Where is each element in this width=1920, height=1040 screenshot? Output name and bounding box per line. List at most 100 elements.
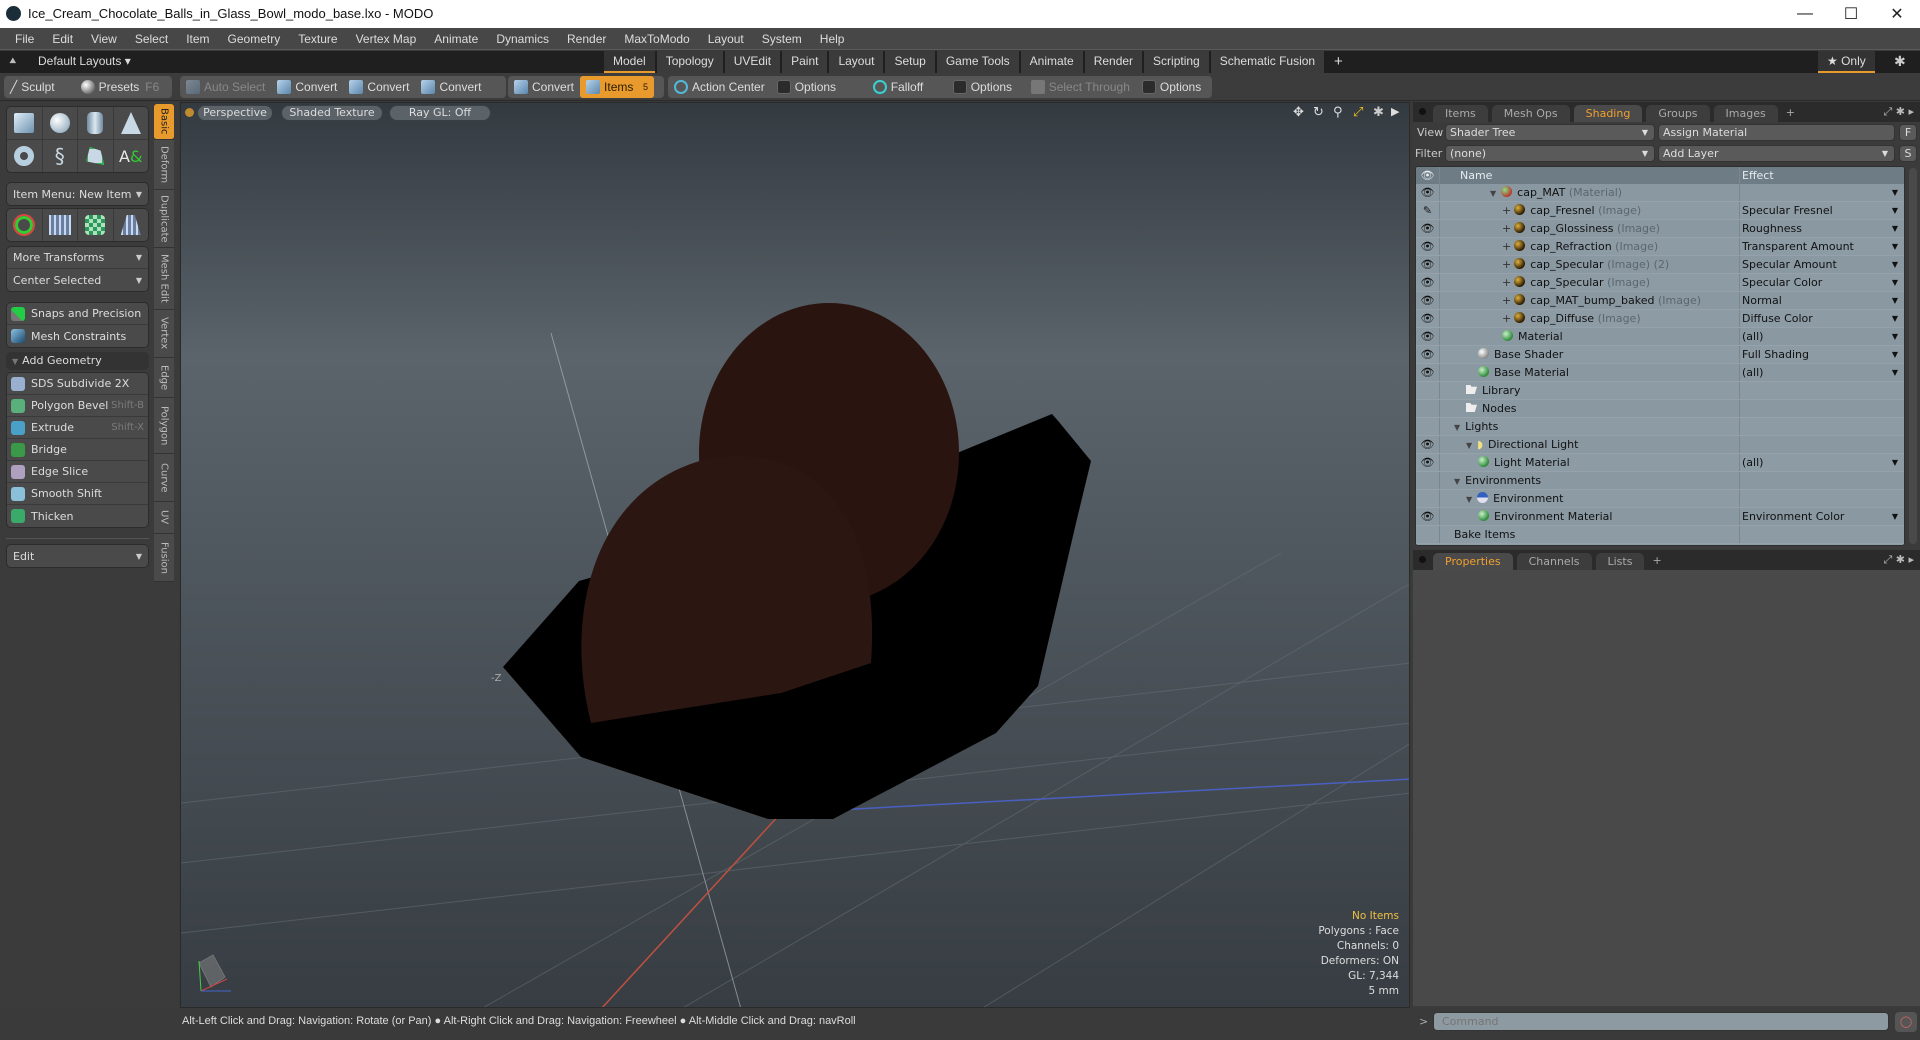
effect-cell[interactable]: ▼: [1740, 184, 1904, 201]
tree-row[interactable]: 👁 + cap_Specular (Image) Specular Color ▼: [1416, 274, 1904, 292]
expand-plus-icon[interactable]: +: [1502, 294, 1511, 307]
mesh-constraints-button[interactable]: Mesh Constraints: [7, 325, 148, 347]
visibility-toggle[interactable]: 👁: [1416, 184, 1440, 201]
tab-properties[interactable]: Properties: [1433, 553, 1513, 570]
menu-texture[interactable]: Texture: [289, 32, 346, 46]
layout-tab-animate[interactable]: Animate: [1020, 51, 1083, 73]
menu-geometry[interactable]: Geometry: [219, 32, 290, 46]
falloff-options-button[interactable]: Options: [947, 76, 1025, 98]
tree-row[interactable]: 👁 + cap_Specular (Image) (2) Specular Amoun…: [1416, 256, 1904, 274]
visibility-toggle[interactable]: [1416, 418, 1440, 435]
cube-primitive-icon[interactable]: [7, 107, 43, 139]
tree-row[interactable]: 👁 + cap_MAT_bump_baked (Image) Normal ▼: [1416, 292, 1904, 310]
visibility-toggle[interactable]: [1416, 490, 1440, 507]
expand-arrow-icon[interactable]: ▶: [1391, 105, 1399, 118]
tool-sds-subdivide-2x[interactable]: SDS Subdivide 2X: [7, 373, 148, 395]
f-button[interactable]: F: [1899, 124, 1917, 141]
add-geometry-header[interactable]: ▼ Add Geometry: [6, 352, 149, 370]
effect-cell[interactable]: Diffuse Color ▼: [1740, 310, 1904, 327]
layout-tab-schematic-fusion[interactable]: Schematic Fusion: [1210, 51, 1325, 73]
maximize-viewport-icon[interactable]: ⤢: [1353, 105, 1363, 120]
convert-items-button[interactable]: Convert: [508, 76, 580, 98]
category-tab-deform[interactable]: Deform: [154, 140, 174, 190]
visibility-toggle[interactable]: 👁: [1416, 238, 1440, 255]
tab-items[interactable]: Items: [1433, 105, 1488, 122]
convert-vertices-button[interactable]: Convert: [271, 76, 343, 98]
pen-tool-icon[interactable]: [78, 140, 114, 172]
expand-triangle-icon[interactable]: ▼: [1454, 423, 1460, 432]
expand-triangle-icon[interactable]: ▼: [1454, 477, 1460, 486]
category-tab-fusion[interactable]: Fusion: [154, 534, 174, 582]
center-selected-dropdown[interactable]: Center Selected ▼: [7, 269, 148, 291]
items-mode-button[interactable]: Items 5: [580, 76, 655, 98]
menu-layout[interactable]: Layout: [699, 32, 753, 46]
panel-dot-icon[interactable]: [1419, 108, 1426, 115]
pan-icon[interactable]: ✥: [1293, 105, 1304, 120]
menu-system[interactable]: System: [753, 32, 811, 46]
visibility-toggle[interactable]: 👁: [1416, 274, 1440, 291]
menu-file[interactable]: File: [6, 32, 43, 46]
visibility-toggle[interactable]: 👁: [1416, 454, 1440, 471]
auto-select-button[interactable]: Auto Select: [180, 76, 271, 98]
edit-dropdown[interactable]: Edit ▼: [7, 545, 148, 567]
visibility-toggle[interactable]: 👁: [1416, 292, 1440, 309]
category-tab-duplicate[interactable]: Duplicate: [154, 190, 174, 248]
filter-dropdown[interactable]: (none) ▼: [1445, 145, 1655, 162]
zoom-icon[interactable]: ⚲: [1333, 105, 1343, 120]
expand-plus-icon[interactable]: +: [1502, 276, 1511, 289]
menu-view[interactable]: View: [82, 32, 126, 46]
visibility-toggle[interactable]: 👁: [1416, 346, 1440, 363]
layout-tab-paint[interactable]: Paint: [782, 51, 828, 73]
effect-cell[interactable]: Transparent Amount ▼: [1740, 238, 1904, 255]
sculpt-button[interactable]: ╱ Sculpt: [4, 76, 61, 98]
effect-cell[interactable]: Specular Fresnel ▼: [1740, 202, 1904, 219]
visibility-toggle[interactable]: ✎: [1416, 202, 1440, 219]
3d-viewport[interactable]: -Z Perspective Shaded Texture Ray GL: Of…: [180, 102, 1410, 1008]
category-tab-uv[interactable]: UV: [154, 502, 174, 534]
tree-row[interactable]: 👁 ▼ ◗ Directional Light: [1416, 436, 1904, 454]
viewport-options-dot[interactable]: [185, 108, 194, 117]
visibility-toggle[interactable]: 👁: [1416, 328, 1440, 345]
tree-row[interactable]: ✎ + cap_Fresnel (Image) Specular Fresnel ▼: [1416, 202, 1904, 220]
falloff-button[interactable]: Falloff: [867, 76, 947, 98]
tool-thicken[interactable]: Thicken: [7, 505, 148, 527]
expand-plus-icon[interactable]: +: [1502, 312, 1511, 325]
category-tab-polygon[interactable]: Polygon: [154, 398, 174, 454]
menu-dynamics[interactable]: Dynamics: [487, 32, 558, 46]
add-tab-button[interactable]: +: [1652, 552, 1661, 570]
effect-cell[interactable]: Full Shading ▼: [1740, 346, 1904, 363]
effect-cell[interactable]: (all) ▼: [1740, 454, 1904, 471]
expand-plus-icon[interactable]: +: [1502, 258, 1511, 271]
select-through-options-button[interactable]: Options: [1136, 76, 1207, 98]
action-center-options-button[interactable]: Options: [771, 76, 867, 98]
visibility-toggle[interactable]: 👁: [1416, 436, 1440, 453]
expand-triangle-icon[interactable]: ▼: [1466, 441, 1472, 450]
tree-row[interactable]: Bake Items: [1416, 526, 1904, 544]
item-menu-dropdown[interactable]: Item Menu: New Item ▼: [7, 183, 148, 205]
default-layouts-dropdown[interactable]: Default Layouts ▾: [38, 54, 131, 68]
close-button[interactable]: ✕: [1874, 0, 1920, 28]
effect-column-header[interactable]: Effect: [1740, 167, 1904, 184]
menu-help[interactable]: Help: [811, 32, 854, 46]
tab-images[interactable]: Images: [1713, 105, 1778, 122]
rotate-icon[interactable]: ↻: [1313, 105, 1324, 120]
menu-item[interactable]: Item: [177, 32, 218, 46]
expand-plus-icon[interactable]: +: [1502, 222, 1511, 235]
menu-select[interactable]: Select: [126, 32, 177, 46]
lattice-icon[interactable]: [43, 209, 78, 241]
action-center-button[interactable]: Action Center: [668, 76, 771, 98]
layout-collapse-icon[interactable]: ⯅: [8, 54, 18, 69]
category-tab-vertex[interactable]: Vertex: [154, 310, 174, 358]
visibility-toggle[interactable]: [1416, 472, 1440, 489]
cylinder-primitive-icon[interactable]: [78, 107, 114, 139]
tool-edge-slice[interactable]: Edge Slice: [7, 461, 148, 483]
tool-bridge[interactable]: Bridge: [7, 439, 148, 461]
layout-tab-game-tools[interactable]: Game Tools: [936, 51, 1019, 73]
menu-maxtomodo[interactable]: MaxToModo: [615, 32, 698, 46]
tab-mesh-ops[interactable]: Mesh Ops: [1491, 105, 1570, 122]
visibility-toggle[interactable]: 👁: [1416, 220, 1440, 237]
tree-row[interactable]: ▼ Environments: [1416, 472, 1904, 490]
tool-extrude[interactable]: Extrude Shift-X: [7, 417, 148, 439]
layout-tab-topology[interactable]: Topology: [656, 51, 723, 73]
tree-row[interactable]: 👁 Base Shader Full Shading ▼: [1416, 346, 1904, 364]
